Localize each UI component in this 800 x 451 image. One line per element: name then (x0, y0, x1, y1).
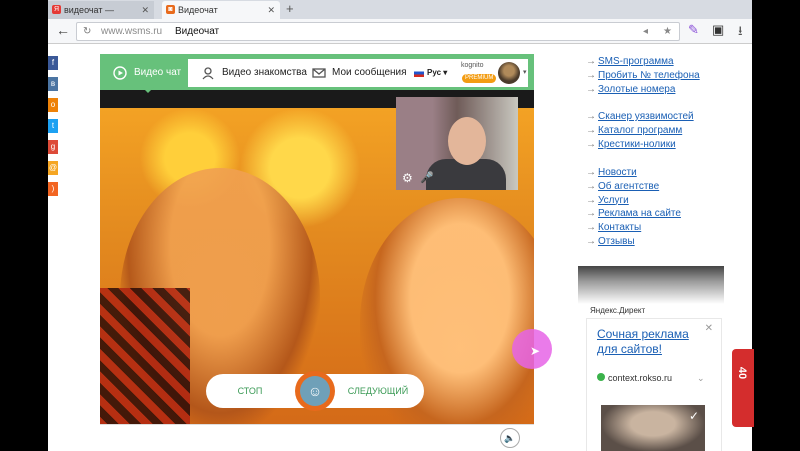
chevron-down-icon[interactable]: ▾ (523, 68, 527, 76)
ad-url-text: context.rokso.ru (608, 373, 673, 383)
yandex-icon: Я (52, 5, 61, 14)
check-icon: ✓ (689, 409, 700, 423)
back-arrow-icon[interactable]: ← (56, 22, 70, 38)
videochat-widget: Видео чат Видео знакомства Мои сообщения… (100, 54, 552, 424)
facebook-icon[interactable]: f (48, 56, 58, 70)
reload-icon[interactable]: ↻ (83, 23, 91, 40)
chat-top-bar: Видео чат Видео знакомства Мои сообщения… (100, 54, 534, 93)
chat-controls: СТОП ☺ СЛЕДУЮЩИЙ (206, 371, 424, 411)
ad-label: Яндекс.Директ (590, 306, 646, 315)
ad-url[interactable]: context.rokso.ru (597, 373, 672, 383)
url-host: www.wsms.ru (101, 26, 163, 37)
menu-link-catalog[interactable]: Каталог программ (586, 124, 694, 138)
tab-label: Мои сообщения (332, 67, 407, 78)
download-icon[interactable]: ⭳ (738, 22, 743, 44)
ad-block[interactable]: ✕ Сочная реклама для сайтов! context.rok… (586, 318, 722, 451)
menu-link-about[interactable]: Об агентстве (586, 180, 681, 194)
username: kognito (461, 62, 484, 69)
menu-group-2: Сканер уязвимостей Каталог программ Крес… (586, 110, 694, 151)
close-icon[interactable]: ✕ (141, 1, 149, 19)
tab-video-chat[interactable]: Видео чат (106, 59, 188, 87)
menu-link-contacts[interactable]: Контакты (586, 221, 681, 235)
menu-link-phone[interactable]: Пробить № телефона (586, 69, 700, 83)
star-icon[interactable]: ★ (663, 23, 672, 40)
avatar[interactable] (498, 62, 520, 84)
url-page-title: Видеочат (175, 26, 220, 37)
plaid-shirt (100, 288, 190, 424)
active-tab-pointer (142, 87, 154, 93)
site-favicon: ◙ (166, 5, 175, 14)
address-bar[interactable]: ↻ www.wsms.ru Видеочат ◂ ★ (76, 22, 680, 41)
message-area (100, 424, 534, 451)
social-share-bar: f в o t g @ ) (48, 56, 58, 203)
extension-icon[interactable]: ▣ (712, 22, 724, 38)
tab-bar: Я видеочат — Яндекс:... ✕ ◙ Видеочат ✕ + (48, 0, 752, 33)
odnoklassniki-icon[interactable]: o (48, 98, 58, 112)
stop-button[interactable]: СТОП (206, 374, 294, 408)
rss-icon[interactable]: ) (48, 182, 58, 196)
browser-window: Я видеочат — Яндекс:... ✕ ◙ Видеочат ✕ +… (48, 0, 752, 451)
menu-link-news[interactable]: Новости (586, 166, 681, 180)
nav-bar: ← ↻ www.wsms.ru Видеочат ◂ ★ ✎ ▣ ⭳ (48, 19, 752, 44)
tab-video-dating[interactable]: Видео знакомства (194, 59, 307, 87)
menu-link-tictactoe[interactable]: Крестики-нолики (586, 138, 694, 152)
side-counter-label: 40 (736, 366, 749, 380)
gear-icon[interactable]: ⚙ (402, 171, 413, 185)
premium-badge: PREMIUM (462, 74, 497, 83)
tab-title: Видеочат (178, 5, 218, 15)
volume-icon[interactable]: 🔈 (500, 428, 520, 448)
tab-label: Видео чат (134, 67, 182, 78)
menu-link-reviews[interactable]: Отзывы (586, 235, 681, 249)
menu-group-1: SMS-программа Пробить № телефона Золотые… (586, 55, 700, 96)
menu-link-scanner[interactable]: Сканер уязвимостей (586, 110, 694, 124)
chat-nav: Видео чат Видео знакомства Мои сообщения… (106, 59, 528, 87)
mouse-cursor-icon: ➤ (530, 344, 541, 358)
chevron-down-icon[interactable]: ⌄ (697, 373, 705, 384)
envelope-icon (312, 68, 326, 78)
menu-link-sms[interactable]: SMS-программа (586, 55, 700, 69)
menu-link-gold-numbers[interactable]: Золотые номера (586, 83, 700, 97)
add-user-icon: ☺ (300, 376, 330, 406)
site-icon (597, 373, 605, 381)
microphone-icon[interactable]: 🎤 (420, 171, 434, 184)
menu-link-advertising[interactable]: Реклама на сайте (586, 207, 681, 221)
add-friend-button[interactable]: ☺ (295, 371, 335, 411)
mailru-icon[interactable]: @ (48, 161, 58, 175)
close-icon[interactable]: ✕ (267, 1, 275, 19)
language-label: Рус (427, 68, 442, 77)
twitter-icon[interactable]: t (48, 119, 58, 133)
new-tab-button[interactable]: + (286, 0, 294, 18)
vk-icon[interactable]: в (48, 77, 58, 91)
tab-label: Видео знакомства (222, 67, 307, 78)
side-counter-tab[interactable]: 40 (732, 349, 754, 427)
arrow-left-icon[interactable]: ◂ (643, 23, 648, 40)
language-select[interactable]: Рус ▾ (414, 59, 447, 87)
tab-yandex[interactable]: Я видеочат — Яндекс:... ✕ (48, 1, 154, 33)
self-face (448, 117, 486, 165)
ad-banner[interactable] (578, 266, 724, 304)
feather-icon[interactable]: ✎ (688, 22, 699, 38)
tab-messages[interactable]: Мои сообщения (308, 59, 407, 87)
next-button[interactable]: СЛЕДУЮЩИЙ (332, 374, 424, 408)
googleplus-icon[interactable]: g (48, 140, 58, 154)
tab-videochat[interactable]: ◙ Видеочат ✕ (162, 1, 280, 19)
menu-group-3: Новости Об агентстве Услуги Реклама на с… (586, 166, 681, 249)
user-icon (202, 67, 214, 80)
self-camera-preview: ⚙ 🎤 (396, 97, 518, 190)
russian-flag-icon (414, 68, 424, 77)
ad-title[interactable]: Сочная реклама для сайтов! (597, 327, 709, 357)
menu-link-services[interactable]: Услуги (586, 194, 681, 208)
play-icon (113, 66, 127, 80)
